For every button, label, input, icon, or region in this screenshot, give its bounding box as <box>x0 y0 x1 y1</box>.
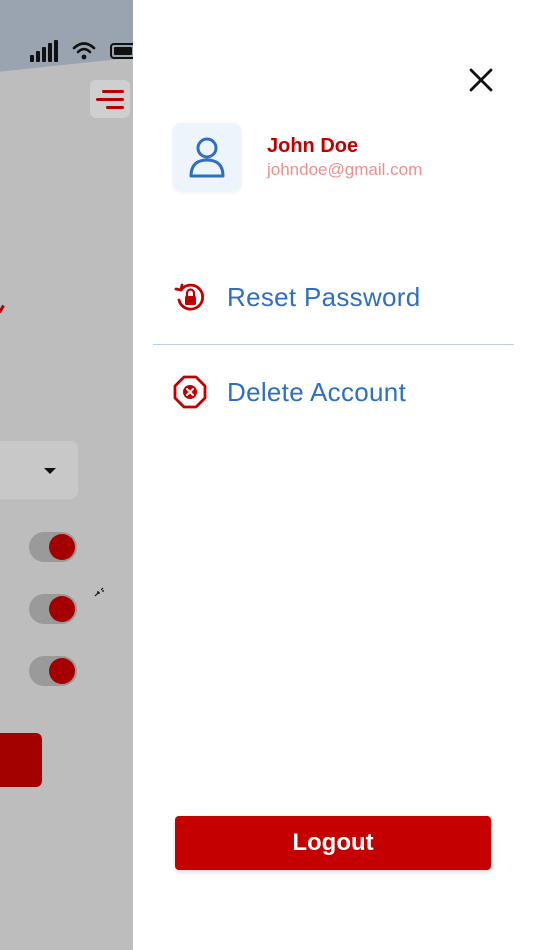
signal-icon <box>30 40 58 62</box>
profile-email: johndoe@gmail.com <box>267 159 423 179</box>
cursor-icon <box>93 587 105 602</box>
lock-reset-icon <box>173 280 207 314</box>
background-action-button[interactable] <box>0 733 42 787</box>
status-bar <box>30 40 140 62</box>
caret-down-icon <box>44 468 56 474</box>
background-toggle-1[interactable] <box>29 532 77 562</box>
background-toggle-2[interactable] <box>29 594 77 624</box>
close-icon[interactable] <box>463 62 499 98</box>
delete-octagon-icon <box>173 375 207 409</box>
reset-password-button[interactable]: Reset Password <box>173 280 421 314</box>
menu-icon[interactable] <box>90 80 130 118</box>
profile-text: John Doe johndoe@gmail.com <box>267 135 422 180</box>
menu-divider <box>153 344 514 345</box>
background-toggle-3[interactable] <box>29 656 77 686</box>
logout-button[interactable]: Logout <box>175 816 491 870</box>
delete-account-button[interactable]: Delete Account <box>173 375 406 409</box>
background-dropdown[interactable] <box>0 441 78 499</box>
profile-name: John Doe <box>267 134 359 157</box>
user-icon <box>173 123 241 191</box>
side-drawer: John Doe johndoe@gmail.com Reset Passwor… <box>133 0 534 950</box>
profile-card: John Doe johndoe@gmail.com <box>173 123 422 191</box>
reset-password-label: Reset Password <box>227 281 421 312</box>
delete-account-label: Delete Account <box>227 376 407 407</box>
wifi-icon <box>72 41 96 61</box>
